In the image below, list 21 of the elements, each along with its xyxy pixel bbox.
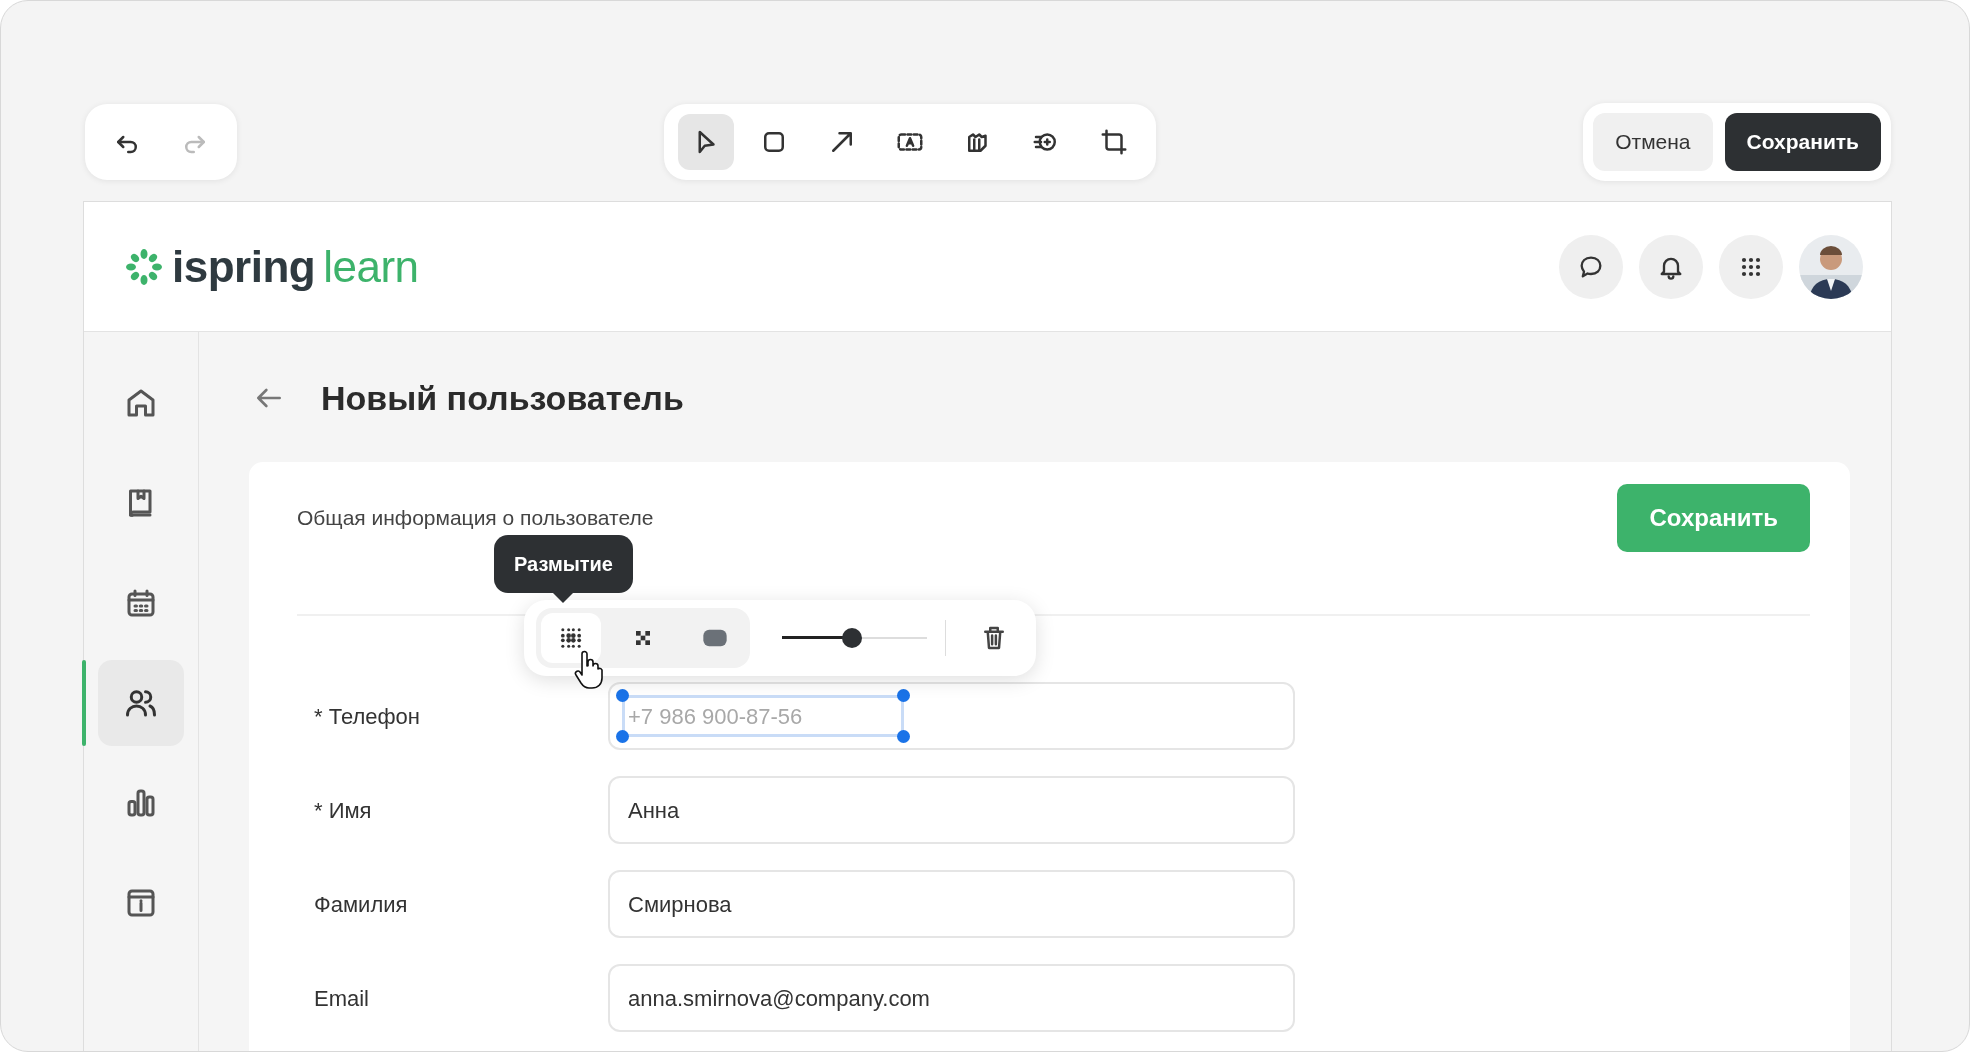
save-button[interactable]: Сохранить: [1724, 113, 1881, 171]
page-title: Новый пользователь: [321, 377, 684, 419]
slider-thumb[interactable]: [841, 628, 862, 648]
input-field[interactable]: Анна: [608, 776, 1295, 844]
sidebar-item[interactable]: [98, 660, 184, 746]
input-field[interactable]: Смирнова: [608, 870, 1295, 938]
logo-text: learn: [323, 240, 419, 293]
field-label: Email: [314, 985, 369, 1011]
tooltip-pointer: [553, 593, 574, 603]
tool-button[interactable]: [678, 114, 735, 170]
selection-frame[interactable]: [616, 689, 910, 743]
input-field[interactable]: anna.smirnova@company.com: [608, 964, 1295, 1032]
field-label: * Телефон: [314, 703, 420, 729]
logo-mark-icon: [124, 246, 164, 287]
tooltip: Размытие: [494, 535, 633, 593]
section-title: Общая информация о пользователе: [297, 505, 654, 532]
cancel-button[interactable]: Отмена: [1593, 113, 1713, 171]
field-label: * Имя: [314, 797, 372, 823]
slider[interactable]: [782, 628, 928, 648]
logo-text: ispring: [172, 240, 316, 293]
field-label: Фамилия: [314, 891, 408, 917]
